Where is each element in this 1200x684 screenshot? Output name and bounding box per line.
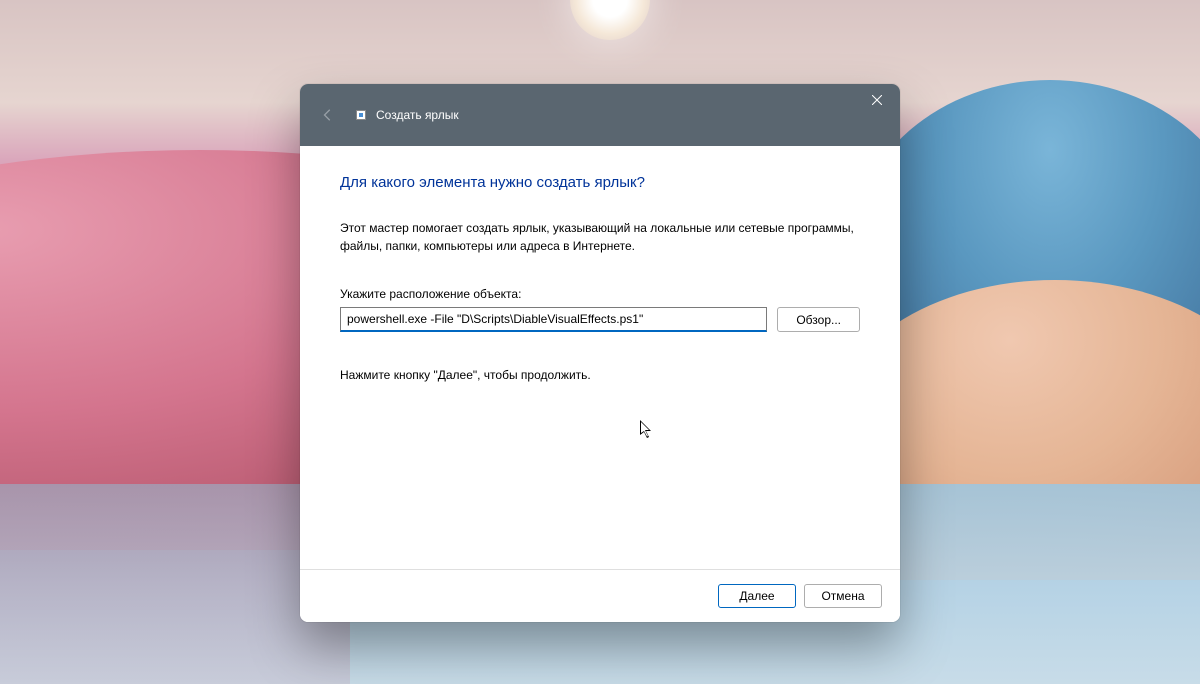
back-button[interactable]	[312, 99, 344, 131]
browse-button[interactable]: Обзор...	[777, 307, 860, 332]
wizard-icon	[356, 110, 366, 120]
dialog-description: Этот мастер помогает создать ярлык, указ…	[340, 219, 860, 255]
dialog-footer: Далее Отмена	[300, 569, 900, 622]
close-button[interactable]	[854, 84, 900, 116]
path-field-label: Укажите расположение объекта:	[340, 287, 860, 301]
close-icon	[872, 95, 882, 105]
dialog-heading: Для какого элемента нужно создать ярлык?	[340, 174, 860, 191]
cancel-button[interactable]: Отмена	[804, 584, 882, 608]
desktop-sun	[570, 0, 650, 40]
path-input-row: Обзор...	[340, 307, 860, 332]
next-button[interactable]: Далее	[718, 584, 796, 608]
desktop-water-reflection	[0, 484, 350, 684]
path-input[interactable]	[340, 307, 767, 332]
dialog-title: Создать ярлык	[376, 108, 459, 122]
dialog-body: Для какого элемента нужно создать ярлык?…	[300, 146, 900, 569]
continue-hint: Нажмите кнопку "Далее", чтобы продолжить…	[340, 368, 860, 382]
create-shortcut-dialog: Создать ярлык Для какого элемента нужно …	[300, 84, 900, 622]
dialog-titlebar[interactable]: Создать ярлык	[300, 84, 900, 146]
back-arrow-icon	[321, 108, 335, 122]
